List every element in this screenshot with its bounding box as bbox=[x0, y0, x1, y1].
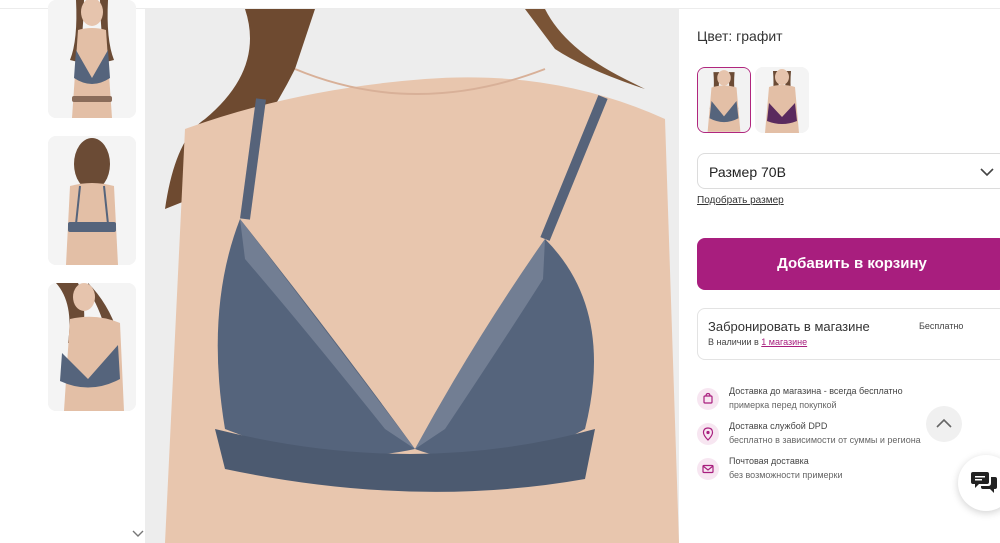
delivery-post-note: без возможности примерки bbox=[729, 470, 843, 480]
thumbnail-side[interactable] bbox=[48, 283, 136, 411]
availability-prefix: В наличии в bbox=[708, 337, 762, 347]
delivery-store-note: примерка перед покупкой bbox=[729, 400, 837, 410]
product-options-panel: Цвет: графит Размер 70B Подобрать размер… bbox=[697, 0, 1000, 543]
thumbnail-side-image bbox=[48, 283, 136, 411]
mail-icon bbox=[697, 458, 719, 480]
scroll-to-top-chevron-up-icon[interactable] bbox=[926, 406, 962, 442]
add-to-cart-button[interactable]: Добавить в корзину bbox=[697, 238, 1000, 290]
main-product-photo[interactable] bbox=[145, 9, 679, 543]
chevron-down-icon bbox=[980, 168, 994, 177]
chat-bubbles-icon bbox=[971, 472, 997, 493]
delivery-dpd-title: Доставка службой DPD bbox=[729, 421, 828, 431]
reserve-price: Бесплатно bbox=[919, 321, 964, 331]
store-count-link[interactable]: 1 магазине bbox=[761, 337, 807, 347]
thumbnail-back-image bbox=[48, 136, 136, 265]
delivery-store-title: Доставка до магазина - всегда бесплатно bbox=[729, 386, 903, 396]
color-swatch-graphite[interactable] bbox=[697, 67, 751, 133]
thumbnail-front-image bbox=[48, 0, 136, 118]
product-page: Цвет: графит Размер 70B Подобрать размер… bbox=[0, 0, 1000, 543]
main-product-image bbox=[145, 9, 679, 543]
swatch-graphite-image bbox=[698, 68, 750, 132]
reserve-availability: В наличии в 1 магазине bbox=[708, 337, 807, 347]
bag-icon bbox=[697, 388, 719, 410]
swatch-plum-image bbox=[755, 67, 809, 133]
size-select[interactable]: Размер 70B bbox=[697, 153, 1000, 189]
size-guide-link[interactable]: Подобрать размер bbox=[697, 195, 784, 206]
delivery-dpd-note: бесплатно в зависимости от суммы и регио… bbox=[729, 435, 921, 445]
delivery-post-title: Почтовая доставка bbox=[729, 456, 809, 466]
location-pin-icon bbox=[697, 423, 719, 445]
color-label: Цвет: графит bbox=[697, 28, 783, 44]
size-select-value: Размер 70B bbox=[709, 164, 786, 180]
thumbnail-front[interactable] bbox=[48, 0, 136, 118]
reserve-in-store-option[interactable]: Забронировать в магазине Бесплатно В нал… bbox=[697, 308, 1000, 360]
color-swatch-plum[interactable] bbox=[755, 67, 809, 133]
reserve-title: Забронировать в магазине bbox=[708, 319, 870, 334]
delivery-option-post: Почтовая доставка без возможности пример… bbox=[697, 456, 997, 486]
thumbnail-back[interactable] bbox=[48, 136, 136, 265]
